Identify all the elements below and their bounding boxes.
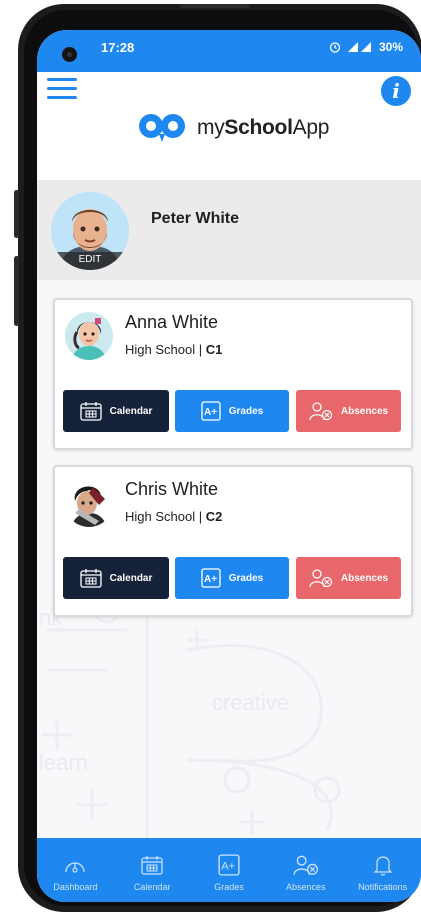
svg-text:A+: A+ <box>204 407 217 418</box>
status-icons: 30% <box>329 40 403 54</box>
volume-button <box>14 190 19 238</box>
absences-icon <box>293 855 318 875</box>
child-card: Chris White High School | C2 Calendar A+… <box>53 465 413 617</box>
signal-icon <box>347 42 371 52</box>
child-school: High School | C1 <box>125 342 223 357</box>
grades-button[interactable]: A+ Grades <box>175 390 289 432</box>
status-time: 17:28 <box>101 40 135 55</box>
background-doodle: nk creative learn <box>39 596 341 840</box>
tab-grades-label: Grades <box>214 882 244 892</box>
bottom-tab-bar: Dashboard Calendar A+ Grades Absences No… <box>37 838 421 902</box>
gauge-icon <box>65 862 86 873</box>
svg-text:A+: A+ <box>221 860 235 872</box>
grades-button-label: Grades <box>228 405 264 417</box>
svg-text:learn: learn <box>39 750 88 775</box>
hamburger-menu-icon[interactable] <box>47 78 77 100</box>
side-button <box>14 256 19 326</box>
absences-button[interactable]: Absences <box>296 390 401 432</box>
grades-icon: A+ <box>201 568 221 588</box>
grades-button-label: Grades <box>228 572 264 584</box>
logo-icon <box>139 114 185 142</box>
child-name: Chris White <box>125 479 219 499</box>
calendar-icon <box>79 402 102 421</box>
tab-grades[interactable]: A+ Grades <box>191 838 268 902</box>
child-card: Anna White High School | C1 Calendar A+ … <box>53 298 413 450</box>
top-speaker <box>180 4 250 8</box>
tab-notifications-label: Notifications <box>358 882 408 892</box>
grades-icon: A+ <box>201 401 221 421</box>
front-camera <box>62 47 77 62</box>
tab-dashboard-label: Dashboard <box>53 882 98 892</box>
tab-notifications[interactable]: Notifications <box>344 838 421 902</box>
tab-absences[interactable]: Absences <box>267 838 344 902</box>
grades-button[interactable]: A+ Grades <box>175 557 289 599</box>
absences-icon <box>309 402 333 421</box>
svg-text:A+: A+ <box>204 574 217 585</box>
absences-button[interactable]: Absences <box>296 557 401 599</box>
calendar-button-label: Calendar <box>109 572 153 584</box>
logo-text: mySchoolApp <box>197 116 330 139</box>
tab-dashboard[interactable]: Dashboard <box>37 838 114 902</box>
info-icon[interactable]: i <box>381 76 411 106</box>
child-school: High School | C2 <box>125 509 223 524</box>
child-avatar[interactable] <box>65 312 113 360</box>
parent-avatar[interactable]: EDIT <box>51 192 129 270</box>
parent-profile: EDIT Peter White <box>37 180 421 280</box>
tab-calendar[interactable]: Calendar <box>114 838 191 902</box>
grades-icon: A+ <box>218 854 240 876</box>
bell-icon <box>373 856 393 876</box>
edit-avatar-label[interactable]: EDIT <box>51 252 129 270</box>
absences-button-label: Absences <box>340 405 389 417</box>
child-avatar[interactable] <box>65 479 113 527</box>
child-avatar-image <box>65 312 113 360</box>
absences-button-label: Absences <box>340 572 389 584</box>
status-bar: 17:28 30% <box>37 30 421 72</box>
calendar-icon <box>141 856 163 875</box>
alarm-icon <box>329 42 341 53</box>
tab-calendar-label: Calendar <box>133 882 171 892</box>
calendar-button[interactable]: Calendar <box>63 390 169 432</box>
calendar-button[interactable]: Calendar <box>63 557 169 599</box>
parent-name: Peter White <box>151 210 240 227</box>
tab-absences-label: Absences <box>286 882 326 892</box>
svg-text:creative: creative <box>212 690 289 715</box>
absences-icon <box>309 569 333 588</box>
app-screen: 17:28 30% i mySchoolApp EDIT Peter White… <box>37 30 421 902</box>
app-logo: mySchoolApp <box>137 112 329 144</box>
app-header: i mySchoolApp <box>37 72 421 180</box>
child-name: Anna White <box>125 312 219 332</box>
calendar-button-label: Calendar <box>109 405 153 417</box>
battery-level: 30% <box>378 40 403 54</box>
calendar-icon <box>79 569 102 588</box>
child-avatar-image <box>65 479 113 527</box>
